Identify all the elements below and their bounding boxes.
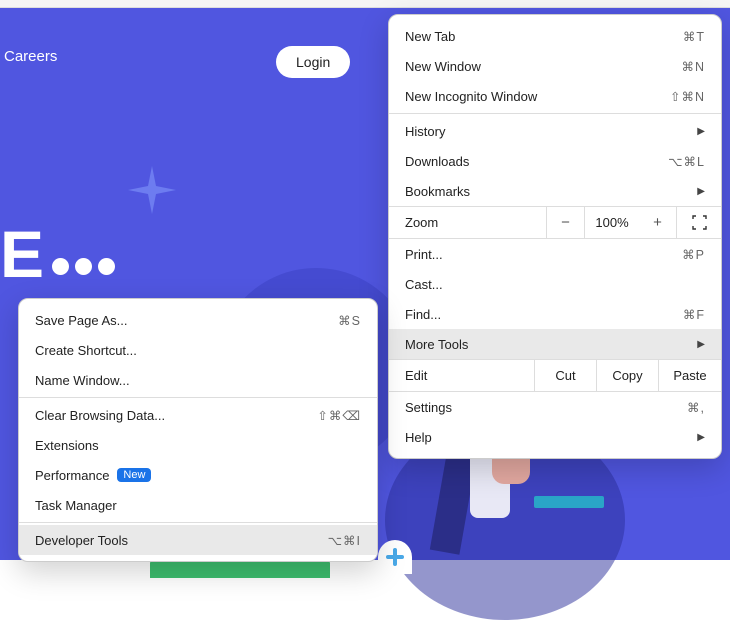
new-badge: New [117,468,151,482]
menu-new-window[interactable]: New Window ⌘N [389,51,721,81]
menu-shortcut: ⌘T [683,29,705,44]
menu-save-page-as[interactable]: Save Page As... ⌘S [19,305,377,335]
menu-help[interactable]: Help ▶ [389,422,721,452]
menu-label: History [405,124,445,139]
menu-developer-tools[interactable]: Developer Tools ⌥⌘I [19,525,377,555]
dot-icon [75,258,92,275]
menu-shortcut: ⌘N [681,59,705,74]
plus-icon [385,547,405,567]
menu-label: Cast... [405,277,443,292]
edit-paste-button[interactable]: Paste [659,360,721,391]
hero-dots [52,258,121,275]
menu-create-shortcut[interactable]: Create Shortcut... [19,335,377,365]
browser-chrome-bar [0,0,730,8]
menu-settings[interactable]: Settings ⌘, [389,392,721,422]
menu-edit-row: Edit Cut Copy Paste [389,359,721,392]
menu-find[interactable]: Find... ⌘F [389,299,721,329]
menu-label: Developer Tools [35,533,128,548]
menu-label: Create Shortcut... [35,343,137,358]
zoom-in-button[interactable]: + [639,207,677,238]
menu-new-tab[interactable]: New Tab ⌘T [389,21,721,51]
menu-shortcut: ⌥⌘I [328,533,361,548]
menu-clear-browsing-data[interactable]: Clear Browsing Data... ⇧⌘⌫ [19,400,377,430]
menu-label: New Window [405,59,481,74]
menu-shortcut: ⌘P [682,247,705,262]
sparkle-icon [128,166,176,214]
menu-label: Performance [35,468,109,483]
menu-task-manager[interactable]: Task Manager [19,490,377,520]
zoom-out-button[interactable]: − [547,207,585,238]
login-button[interactable]: Login [276,46,350,78]
menu-shortcut: ⌘S [338,313,361,328]
menu-print[interactable]: Print... ⌘P [389,239,721,269]
menu-label: Task Manager [35,498,117,513]
menu-label: Extensions [35,438,99,453]
menu-label: Settings [405,400,452,415]
chevron-right-icon: ▶ [697,339,705,350]
hero-text: E [0,216,121,292]
menu-label: Help [405,430,432,445]
edit-copy-button[interactable]: Copy [597,360,659,391]
menu-downloads[interactable]: Downloads ⌥⌘L [389,146,721,176]
chevron-right-icon: ▶ [697,432,705,443]
chevron-right-icon: ▶ [697,186,705,197]
nav-link-careers[interactable]: Careers [4,48,57,65]
menu-label: Bookmarks [405,184,470,199]
illustration-shape [534,496,604,508]
browser-main-menu: New Tab ⌘T New Window ⌘N New Incognito W… [388,14,722,459]
zoom-value: 100% [585,207,639,238]
menu-label: Print... [405,247,443,262]
menu-zoom-label: Zoom [389,207,547,238]
hero-letter: E [0,216,46,292]
help-badge[interactable] [378,540,412,574]
dot-icon [52,258,69,275]
menu-label: Clear Browsing Data... [35,408,165,423]
menu-performance[interactable]: Performance New [19,460,377,490]
fullscreen-icon [692,215,707,230]
menu-label: Find... [405,307,441,322]
more-tools-submenu: Save Page As... ⌘S Create Shortcut... Na… [18,298,378,562]
menu-history[interactable]: History ▶ [389,116,721,146]
menu-zoom-row: Zoom − 100% + [389,206,721,239]
dot-icon [98,258,115,275]
menu-shortcut: ⇧⌘N [670,89,705,104]
menu-name-window[interactable]: Name Window... [19,365,377,395]
menu-extensions[interactable]: Extensions [19,430,377,460]
menu-bookmarks[interactable]: Bookmarks ▶ [389,176,721,206]
menu-shortcut: ⇧⌘⌫ [317,408,361,423]
menu-label: Name Window... [35,373,130,388]
menu-shortcut: ⌥⌘L [668,154,705,169]
menu-label: More Tools [405,337,468,352]
menu-label: Save Page As... [35,313,128,328]
menu-separator [19,522,377,523]
menu-label: New Tab [405,29,455,44]
menu-new-incognito[interactable]: New Incognito Window ⇧⌘N [389,81,721,111]
edit-cut-button[interactable]: Cut [535,360,597,391]
menu-shortcut: ⌘F [683,307,705,322]
fullscreen-button[interactable] [677,207,721,238]
menu-cast[interactable]: Cast... [389,269,721,299]
menu-separator [19,397,377,398]
menu-separator [389,113,721,114]
menu-label: New Incognito Window [405,89,537,104]
menu-shortcut: ⌘, [687,400,705,415]
chevron-right-icon: ▶ [697,126,705,137]
menu-more-tools[interactable]: More Tools ▶ [389,329,721,359]
menu-label: Downloads [405,154,469,169]
menu-edit-label: Edit [389,360,535,391]
